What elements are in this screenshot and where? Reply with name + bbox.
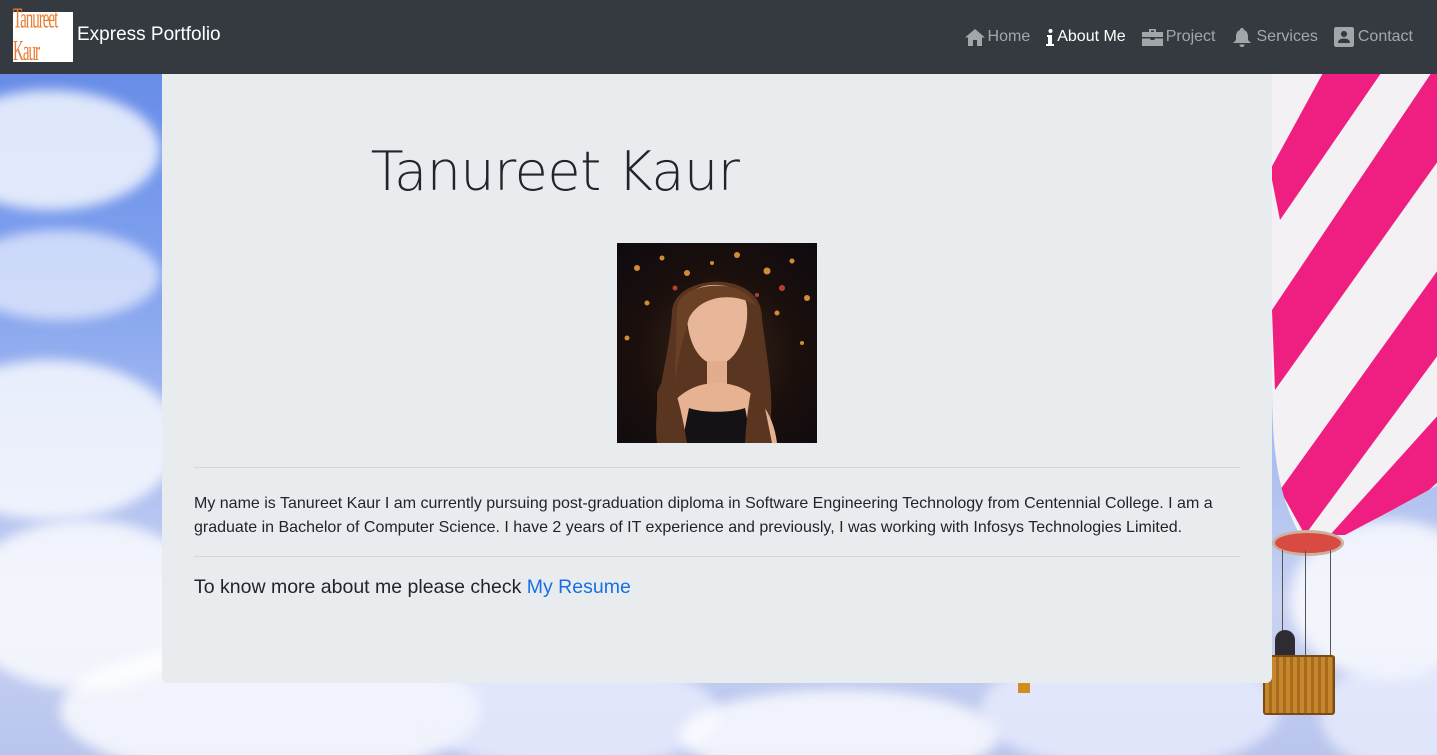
nav-item-about-me[interactable]: About Me	[1046, 28, 1126, 46]
bell-icon	[1232, 27, 1251, 47]
nav-item-contact[interactable]: Contact	[1333, 27, 1413, 47]
resume-link[interactable]: My Resume	[527, 576, 631, 598]
profile-photo-illustration	[624, 252, 810, 443]
brand-name[interactable]: Express Portfolio	[77, 24, 221, 46]
resume-prompt-text: To know more about me please check	[194, 576, 527, 598]
top-navbar: Tanureet Kaur Express Portfolio Home Abo…	[0, 0, 1437, 74]
nav-label-project: Project	[1165, 28, 1216, 45]
divider-bottom	[194, 556, 1240, 557]
divider-top	[194, 467, 1240, 468]
nav-label-contact: Contact	[1357, 28, 1413, 45]
nav-menu: Home About Me Project Services Contact	[964, 27, 1413, 47]
info-icon	[1046, 28, 1055, 46]
nav-label-services: Services	[1256, 28, 1318, 45]
bio-paragraph: My name is Tanureet Kaur I am currently …	[194, 495, 1213, 536]
balloon-basket	[1263, 655, 1335, 715]
brand[interactable]: Tanureet Kaur Express Portfolio	[13, 5, 221, 67]
nav-label-about-me: About Me	[1057, 28, 1126, 45]
balloon-passenger	[1275, 630, 1295, 658]
briefcase-icon	[1141, 28, 1163, 46]
page-title: Tanureet Kaur	[370, 140, 740, 203]
nav-item-home[interactable]: Home	[964, 28, 1031, 46]
nav-item-project[interactable]: Project	[1141, 28, 1216, 46]
profile-photo	[617, 243, 817, 443]
nav-label-home: Home	[987, 28, 1031, 45]
resume-prompt: To know more about me please check My Re…	[194, 576, 631, 599]
nav-item-services[interactable]: Services	[1232, 27, 1318, 47]
contact-card-icon	[1333, 27, 1354, 47]
distant-balloon	[1018, 683, 1030, 693]
brand-logo[interactable]: Tanureet Kaur	[13, 5, 73, 67]
home-icon	[964, 28, 985, 46]
